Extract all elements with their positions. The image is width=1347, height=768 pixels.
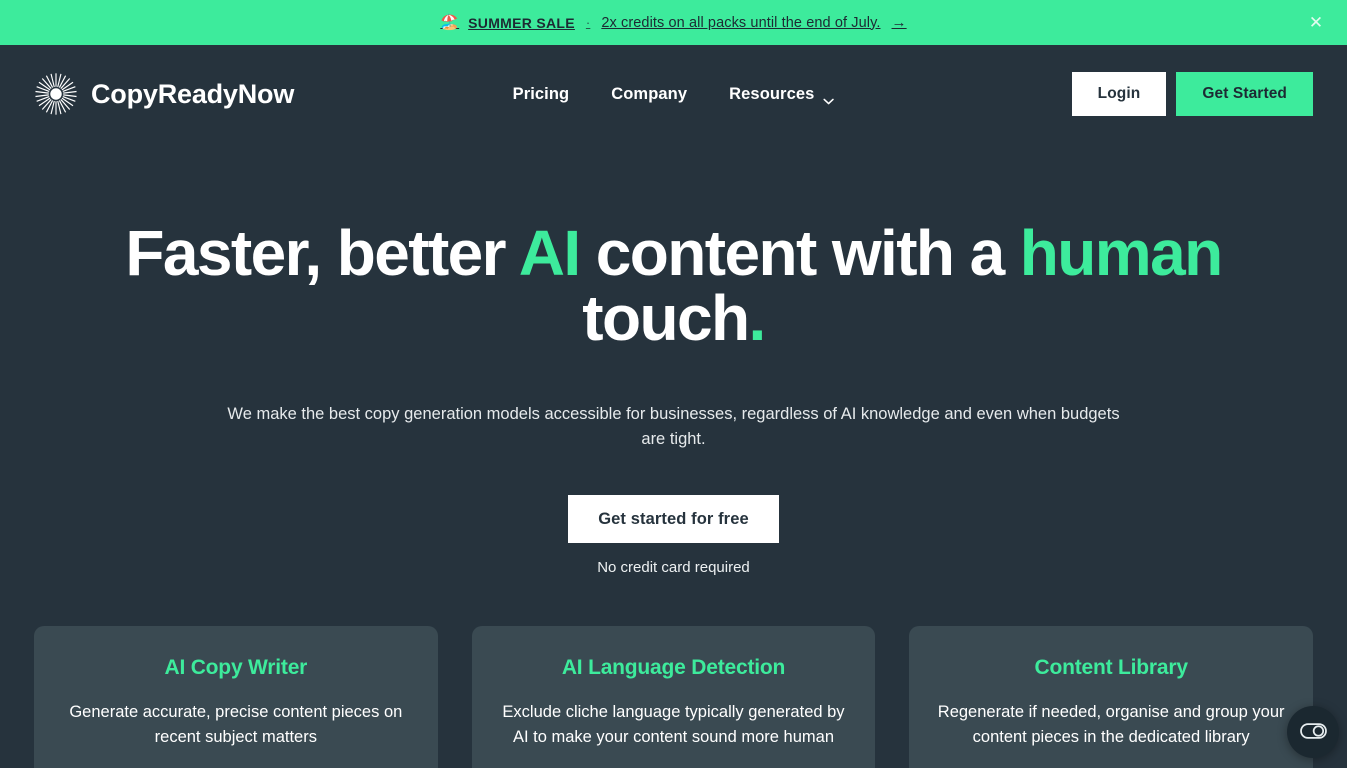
nav-item-pricing[interactable]: Pricing [513, 85, 570, 104]
brand-name: CopyReadyNow [91, 78, 295, 109]
promo-text: 2x credits on all packs until the end of… [601, 14, 881, 31]
hero-title-part3: touch [582, 282, 750, 355]
main-navigation: Pricing Company Resources [513, 85, 835, 104]
main-content: Faster, better AI content with a human t… [0, 143, 1347, 768]
feature-card-description: Exclude cliche language typically genera… [502, 703, 845, 746]
close-icon[interactable]: ✕ [1303, 10, 1329, 36]
nav-item-pricing-label: Pricing [512, 84, 570, 103]
arrow-right-icon: → [891, 14, 907, 31]
hero-subtitle: We make the best copy generation models … [227, 404, 1120, 449]
nav-item-company[interactable]: Company [611, 85, 687, 104]
feature-card-description: Generate accurate, precise content piece… [69, 703, 403, 746]
promo-label: SUMMER SALE [468, 14, 575, 31]
nav-item-company-label: Company [611, 84, 688, 103]
beach-emoji: 🏖️ [440, 14, 460, 31]
get-started-button[interactable]: Get Started [1176, 72, 1313, 116]
feature-card-ai-language-detection[interactable]: AI Language Detection Exclude cliche lan… [471, 626, 876, 768]
feature-cards: AI Copy Writer Generate accurate, precis… [0, 626, 1347, 768]
chevron-down-icon [823, 91, 835, 104]
hero-title-part2: content with a [579, 217, 1020, 289]
feature-card-description: Regenerate if needed, organise and group… [937, 703, 1285, 746]
get-started-free-button[interactable]: Get started for free [568, 494, 779, 544]
feature-card-ai-copy-writer[interactable]: AI Copy Writer Generate accurate, precis… [34, 626, 438, 768]
page-title: Faster, better AI content with a human t… [94, 220, 1254, 355]
feature-card-title: AI Language Detection [561, 656, 786, 680]
site-header: CopyReadyNow Pricing Company Resources L… [0, 45, 1347, 143]
login-button[interactable]: Login [1071, 72, 1167, 116]
promo-separator: · [585, 15, 591, 30]
no-credit-card-note: No credit card required [597, 559, 750, 577]
header-actions: Login Get Started [1071, 72, 1313, 116]
promo-banner: 🏖️ SUMMER SALE · 2x credits on all packs… [0, 0, 1347, 45]
hero-title-part1: Faster, better [125, 217, 519, 289]
hero-cta-group: Get started for free No credit card requ… [0, 494, 1347, 577]
sunburst-logo-icon [34, 72, 78, 116]
feature-card-content-library[interactable]: Content Library Regenerate if needed, or… [909, 626, 1313, 768]
accessibility-toggle-icon [1299, 722, 1327, 742]
feature-card-title: Content Library [1034, 656, 1188, 680]
hero-title-accent-period: . [748, 282, 767, 355]
brand-logo[interactable]: CopyReadyNow [34, 72, 294, 116]
hero-section: Faster, better AI content with a human t… [0, 143, 1347, 576]
hero-title-accent-human: human [1019, 217, 1223, 289]
feature-card-title: AI Copy Writer [164, 656, 308, 680]
nav-item-resources[interactable]: Resources [729, 84, 835, 104]
nav-item-resources-label: Resources [729, 84, 815, 103]
promo-banner-link[interactable]: 🏖️ SUMMER SALE · 2x credits on all packs… [440, 14, 906, 31]
accessibility-widget-button[interactable] [1287, 706, 1339, 758]
hero-title-accent-ai: AI [518, 217, 581, 289]
